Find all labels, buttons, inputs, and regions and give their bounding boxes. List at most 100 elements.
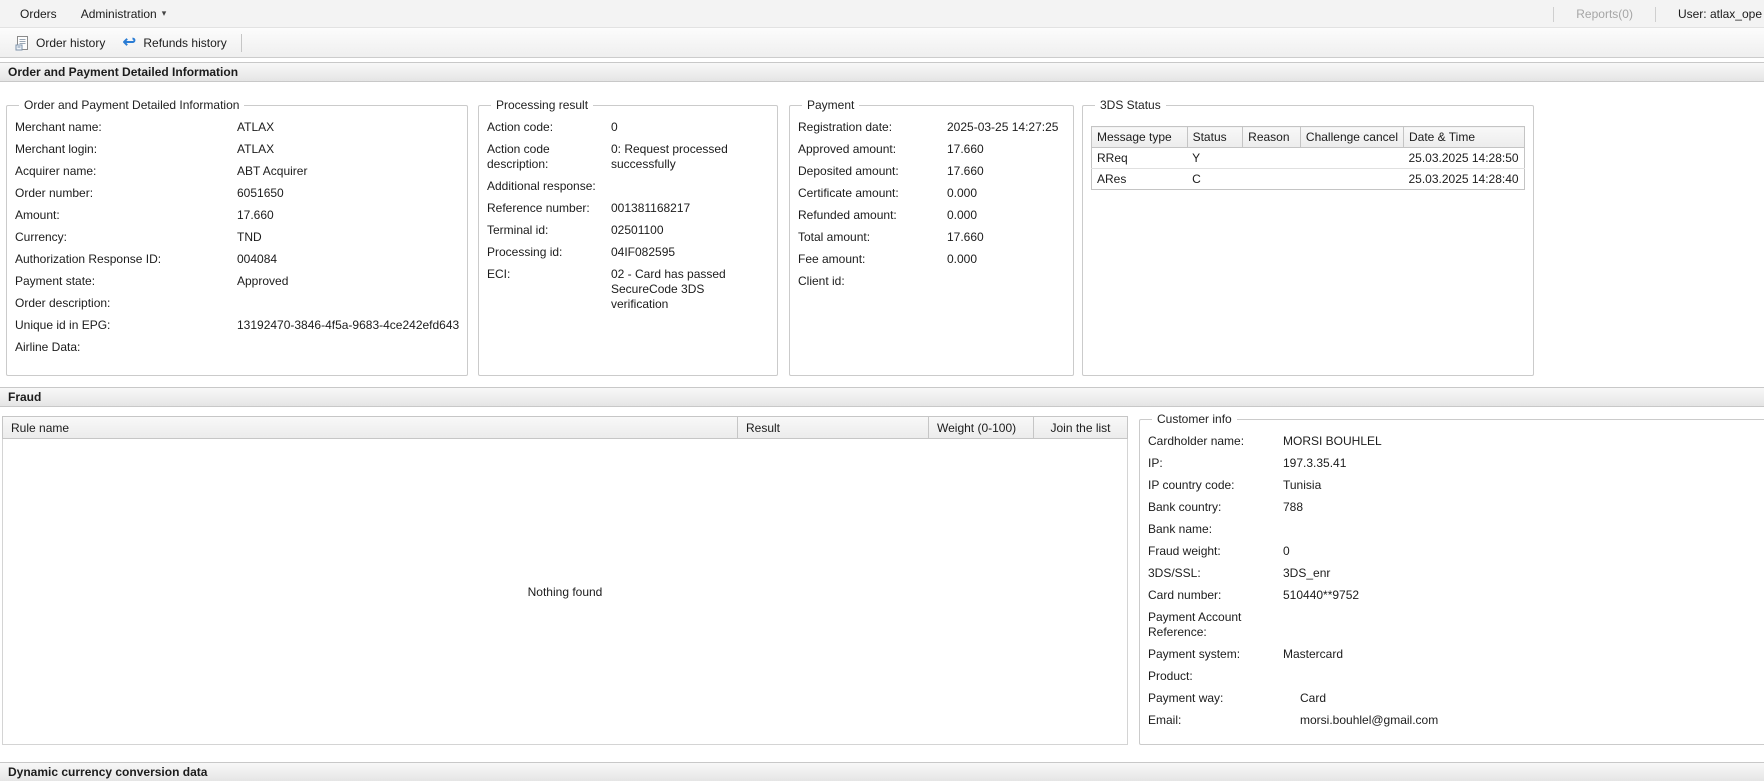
- menu-separator: [1553, 7, 1554, 22]
- field-label: Deposited amount:: [798, 164, 947, 179]
- menu-bar-right: Reports(0) User: atlax_ope: [1543, 0, 1764, 28]
- detail-panels: Order and Payment Detailed Information M…: [0, 82, 1764, 387]
- column-header-date-time: Date & Time: [1403, 127, 1524, 148]
- field-payment-state: Payment state:Approved: [15, 274, 459, 289]
- field-value: 17.660: [237, 208, 274, 223]
- field-label: Bank name:: [1148, 522, 1283, 537]
- field-value: 001381168217: [611, 201, 757, 216]
- menu-administration[interactable]: Administration ▾: [69, 0, 179, 28]
- field-value: ATLAX: [237, 142, 274, 157]
- column-header-rule-name: Rule name: [3, 417, 737, 438]
- field-action-code-description: Action code description:0: Request proce…: [487, 142, 769, 172]
- cell-challenge-cancel: [1300, 148, 1403, 169]
- fraud-table-body: Nothing found: [2, 439, 1128, 745]
- field-value: 0.000: [947, 208, 1065, 223]
- document-history-icon: [14, 35, 30, 51]
- field-label: Email:: [1148, 713, 1283, 728]
- field-label: Payment state:: [15, 274, 237, 289]
- field-bank-name: Bank name:: [1148, 522, 1764, 537]
- order-detail-screen: Orders Administration ▾ Reports(0) User:…: [0, 0, 1764, 781]
- field-label: Total amount:: [798, 230, 947, 245]
- field-fee-amount: Fee amount:0.000: [798, 252, 1065, 267]
- field-label: Authorization Response ID:: [15, 252, 237, 267]
- order-info-legend: Order and Payment Detailed Information: [19, 98, 244, 112]
- cell-status: Y: [1187, 148, 1243, 169]
- order-history-button[interactable]: Order history: [6, 32, 113, 54]
- field-unique-id-epg: Unique id in EPG:13192470-3846-4f5a-9683…: [15, 318, 459, 333]
- field-value: 3DS_enr: [1283, 566, 1503, 581]
- field-label: Action code description:: [487, 142, 611, 172]
- field-label: Bank country:: [1148, 500, 1283, 515]
- payment-legend: Payment: [802, 98, 859, 112]
- field-payment-way: Payment way: Card: [1148, 691, 1764, 706]
- field-value: 004084: [237, 252, 277, 267]
- field-label: Merchant login:: [15, 142, 237, 157]
- field-label: IP country code:: [1148, 478, 1283, 493]
- column-header-status: Status: [1187, 127, 1243, 148]
- field-value: morsi.bouhlel@gmail.com: [1300, 713, 1520, 728]
- field-registration-date: Registration date:2025-03-25 14:27:25: [798, 120, 1065, 135]
- field-value: ATLAX: [237, 120, 274, 135]
- column-header-message-type: Message type: [1092, 127, 1188, 148]
- field-label: Currency:: [15, 230, 237, 245]
- menu-reports[interactable]: Reports(0): [1564, 0, 1645, 28]
- order-history-label: Order history: [36, 36, 105, 50]
- field-value: 17.660: [947, 164, 1065, 179]
- field-value: 510440**9752: [1283, 588, 1503, 603]
- field-processing-id: Processing id:04IF082595: [487, 245, 769, 260]
- field-amount: Amount:17.660: [15, 208, 459, 223]
- field-value: Tunisia: [1283, 478, 1503, 493]
- main-section-header: Order and Payment Detailed Information: [0, 62, 1764, 82]
- field-value: 6051650: [237, 186, 284, 201]
- fraud-section-header: Fraud: [0, 387, 1764, 407]
- field-order-number: Order number:6051650: [15, 186, 459, 201]
- field-ip-country-code: IP country code:Tunisia: [1148, 478, 1764, 493]
- field-3ds-ssl: 3DS/SSL:3DS_enr: [1148, 566, 1764, 581]
- field-ip: IP:197.3.35.41: [1148, 456, 1764, 471]
- three-ds-status-table: Message type Status Reason Challenge can…: [1091, 126, 1525, 190]
- field-additional-response: Additional response:: [487, 179, 769, 194]
- cell-message-type: ARes: [1092, 169, 1188, 190]
- table-row[interactable]: RReq Y 25.03.2025 14:28:50: [1092, 148, 1525, 169]
- three-ds-status-legend: 3DS Status: [1095, 98, 1166, 112]
- field-value: 788: [1283, 500, 1503, 515]
- menu-orders[interactable]: Orders: [8, 0, 69, 28]
- field-label: Fee amount:: [798, 252, 947, 267]
- fraud-section-title: Fraud: [8, 390, 41, 404]
- field-label: Cardholder name:: [1148, 434, 1283, 449]
- column-header-reason: Reason: [1243, 127, 1301, 148]
- field-label: Certificate amount:: [798, 186, 947, 201]
- field-value: 197.3.35.41: [1283, 456, 1503, 471]
- cell-date-time: 25.03.2025 14:28:40: [1403, 169, 1524, 190]
- field-refunded-amount: Refunded amount:0.000: [798, 208, 1065, 223]
- order-info-panel: Order and Payment Detailed Information M…: [6, 98, 468, 376]
- field-value: 02501100: [611, 223, 757, 238]
- fraud-rules-table: Rule name Result Weight (0-100) Join the…: [2, 416, 1128, 745]
- main-section-title: Order and Payment Detailed Information: [8, 65, 238, 79]
- fraud-table-header: Rule name Result Weight (0-100) Join the…: [2, 416, 1128, 439]
- field-label: Order description:: [15, 296, 237, 311]
- field-label: Product:: [1148, 669, 1283, 684]
- refunds-history-button[interactable]: ↩ Refunds history: [113, 32, 234, 54]
- field-acquirer-name: Acquirer name:ABT Acquirer: [15, 164, 459, 179]
- field-label: Payment way:: [1148, 691, 1283, 706]
- field-value: 0: Request processed successfully: [611, 142, 757, 172]
- field-fraud-weight: Fraud weight:0: [1148, 544, 1764, 559]
- field-label: Acquirer name:: [15, 164, 237, 179]
- dcc-section-title: Dynamic currency conversion data: [8, 765, 207, 779]
- column-header-weight: Weight (0-100): [928, 417, 1033, 438]
- field-label: Reference number:: [487, 201, 611, 216]
- field-label: Order number:: [15, 186, 237, 201]
- table-row[interactable]: ARes C 25.03.2025 14:28:40: [1092, 169, 1525, 190]
- field-merchant-name: Merchant name:ATLAX: [15, 120, 459, 135]
- cell-message-type: RReq: [1092, 148, 1188, 169]
- column-header-challenge-cancel: Challenge cancel: [1300, 127, 1403, 148]
- field-label: Payment system:: [1148, 647, 1283, 662]
- field-approved-amount: Approved amount:17.660: [798, 142, 1065, 157]
- field-value: 17.660: [947, 142, 1065, 157]
- refund-arrow-icon: ↩: [121, 35, 137, 51]
- chevron-down-icon: ▾: [162, 8, 167, 19]
- field-value: Card: [1300, 691, 1520, 706]
- field-deposited-amount: Deposited amount:17.660: [798, 164, 1065, 179]
- field-label: Card number:: [1148, 588, 1283, 603]
